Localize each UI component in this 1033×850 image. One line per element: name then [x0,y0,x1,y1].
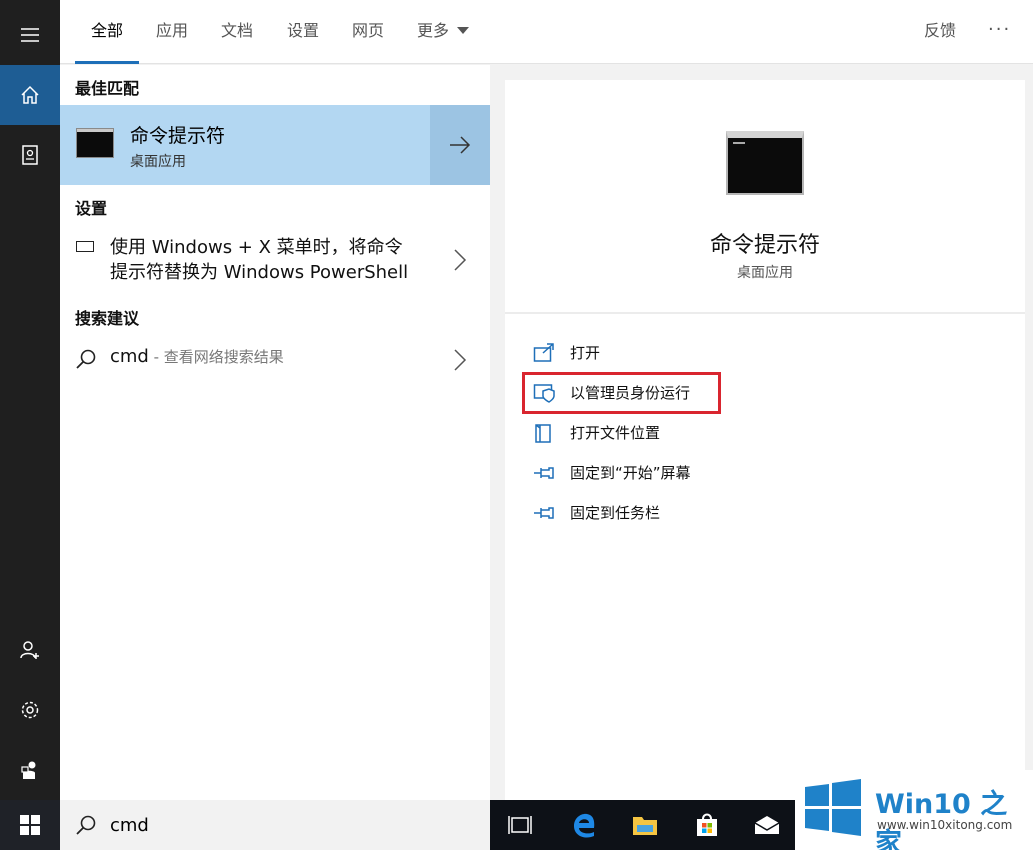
best-match-title: 命令提示符 [130,125,226,147]
hamburger-menu-button[interactable] [0,5,60,65]
settings-heading: 设置 [75,199,108,218]
task-view-button[interactable] [503,808,537,842]
feedback-hub-button[interactable] [0,740,60,800]
gear-icon [21,701,39,719]
tab-apps[interactable]: 应用 [156,0,188,64]
search-icon [76,815,96,835]
tab-all[interactable]: 全部 [74,0,140,64]
home-icon [21,85,39,104]
search-icon [76,349,96,369]
caret-down-icon [457,27,470,34]
watermark-url: www.win10xitong.com [877,818,1013,832]
hamburger-icon [21,28,39,42]
notebook-icon [22,145,38,165]
suggestions-heading: 搜索建议 [75,309,140,328]
search-input[interactable] [110,810,470,840]
action-pin-to-start[interactable]: 固定到“开始”屏幕 [533,458,833,488]
action-pin-to-taskbar-label: 固定到任务栏 [570,504,661,522]
settings-result-line1: 使用 Windows + X 菜单时，将命令 [110,237,403,258]
feedback-link[interactable]: 反馈 [924,0,956,64]
start-button[interactable] [0,800,60,850]
watermark-title: Win10 之家 [875,789,1008,850]
details-title: 命令提示符 [709,233,820,258]
chevron-right-icon [454,249,467,271]
person-feedback-icon [21,761,36,779]
home-button[interactable] [0,65,60,125]
mail-button[interactable] [750,808,784,842]
best-match-main[interactable]: 命令提示符 桌面应用 [60,105,429,185]
pin-icon [534,467,554,479]
suggestion-text: cmd - 查看网络搜索结果 [110,346,284,367]
tab-more-label: 更多 [417,21,450,40]
windows-logo-icon [20,815,40,835]
win10-logo-icon [805,779,861,836]
tab-more[interactable]: 更多 [417,0,470,64]
more-options-button[interactable]: ··· [988,0,1011,64]
tab-web[interactable]: 网页 [352,0,384,64]
settings-result-text: 使用 Windows + X 菜单时，将命令 提示符替换为 Windows Po… [110,235,440,285]
file-location-icon [535,424,551,443]
action-open-file-location[interactable]: 打开文件位置 [533,418,833,448]
folder-icon [633,817,657,835]
file-explorer-button[interactable] [628,808,662,842]
cmd-large-icon [726,131,804,195]
suggestion-query: cmd [110,346,149,367]
details-subtitle: 桌面应用 [737,265,793,281]
filter-tab-bar: 全部 应用 文档 设置 网页 更多 反馈 ··· [60,0,1033,64]
details-pane: 命令提示符 桌面应用 打开 以管理员身份运行 打开文件位置 固定到“开始”屏幕 … [505,80,1025,800]
edge-icon [574,813,595,838]
web-suggestion-result[interactable]: cmd - 查看网络搜索结果 [60,340,490,380]
action-run-as-admin-label: 以管理员身份运行 [570,384,691,402]
best-match-result[interactable]: 命令提示符 桌面应用 [60,105,490,185]
user-add-icon [20,641,39,659]
details-header: 命令提示符 桌面应用 [505,80,1025,314]
action-open-label: 打开 [570,344,601,362]
store-button[interactable] [690,808,724,842]
store-icon [697,813,717,836]
tab-documents[interactable]: 文档 [221,0,253,64]
open-window-icon [533,343,554,362]
action-open[interactable]: 打开 [533,338,833,368]
mail-icon [754,816,780,834]
taskbar-search-box[interactable] [60,800,490,850]
action-run-as-admin[interactable]: 以管理员身份运行 [533,378,833,408]
keyboard-icon [76,241,94,252]
action-pin-to-start-label: 固定到“开始”屏幕 [570,464,691,482]
account-button[interactable] [0,620,60,680]
pin-icon [534,507,554,519]
action-pin-to-taskbar[interactable]: 固定到任务栏 [533,498,833,528]
arrow-right-icon [450,136,471,154]
action-open-file-location-label: 打开文件位置 [570,424,661,442]
windows-search-window: 全部 应用 文档 设置 网页 更多 反馈 ··· 最佳匹配 命令提示符 桌面应用… [0,0,1033,850]
chevron-right-icon [454,349,467,371]
best-match-subtitle: 桌面应用 [130,154,186,170]
shield-run-icon [533,384,555,403]
settings-button[interactable] [0,680,60,740]
expand-details-button[interactable] [430,105,490,185]
results-pane: 最佳匹配 命令提示符 桌面应用 设置 使用 Windows + X 菜单时，将命… [60,65,490,800]
settings-result[interactable]: 使用 Windows + X 菜单时，将命令 提示符替换为 Windows Po… [60,225,490,295]
cmd-app-icon [76,128,114,158]
task-view-icon [508,816,532,834]
watermark: Win10 之家 www.win10xitong.com [795,770,1033,850]
notebook-button[interactable] [0,125,60,185]
left-rail [0,0,60,800]
edge-button[interactable] [567,808,601,842]
suggestion-hint: - 查看网络搜索结果 [148,348,284,366]
tab-settings[interactable]: 设置 [287,0,319,64]
settings-result-line2: 提示符替换为 Windows PowerShell [110,262,409,283]
best-match-heading: 最佳匹配 [75,79,140,98]
